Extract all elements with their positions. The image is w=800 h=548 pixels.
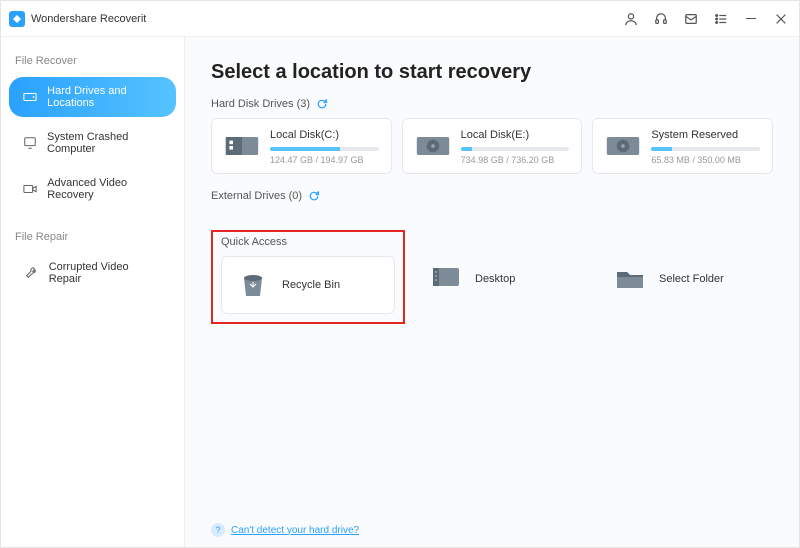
sidebar-item-corrupted-video[interactable]: Corrupted Video Repair [9,253,176,293]
drive-card-system-reserved[interactable]: System Reserved 65.83 MB / 350.00 MB [592,118,773,174]
refresh-icon[interactable] [308,190,320,202]
close-button[interactable] [773,11,789,27]
drive-bar-fill [461,147,472,151]
sidebar-section-file-recover: File Recover [1,51,184,75]
quick-access-block: . Select Folder [599,230,773,324]
wrench-icon [23,265,39,281]
main: File Recover Hard Drives and Locations S… [1,37,799,547]
drive-bar-fill [270,147,340,151]
hdd-icon [415,131,451,161]
sidebar-item-label: Hard Drives and Locations [47,85,162,109]
user-icon[interactable] [623,11,639,27]
quick-card-select-folder[interactable]: Select Folder [599,250,773,308]
quick-card-recycle-bin[interactable]: Recycle Bin [221,256,395,314]
quick-label: Select Folder [659,273,724,285]
desktop-icon [429,262,463,296]
hdd-icon [605,131,641,161]
recycle-bin-icon [236,268,270,302]
drive-card-c[interactable]: Local Disk(C:) 124.47 GB / 194.97 GB [211,118,392,174]
quick-access-highlighted: Quick Access Recycle Bin [211,230,405,324]
external-header: External Drives (0) [211,190,773,202]
drive-card-e[interactable]: Local Disk(E:) 734.98 GB / 736.20 GB [402,118,583,174]
drive-bar-fill [651,147,672,151]
sidebar-item-label: Corrupted Video Repair [49,261,162,285]
quick-access-block: . Desktop [415,230,589,324]
app-logo [9,11,25,27]
drive-name: System Reserved [651,129,760,141]
drive-info: Local Disk(C:) 124.47 GB / 194.97 GB [270,129,379,165]
titlebar-right [623,11,789,27]
drive-icon [23,89,37,105]
folder-icon [613,262,647,296]
titlebar-left: Wondershare Recoverit [9,11,146,27]
drive-info: System Reserved 65.83 MB / 350.00 MB [651,129,760,165]
sidebar-section-file-repair: File Repair [1,227,184,251]
drive-name: Local Disk(E:) [461,129,570,141]
hdd-icon [224,131,260,161]
footer-help: ? Can't detect your hard drive? [211,523,359,537]
sidebar-item-hard-drives[interactable]: Hard Drives and Locations [9,77,176,117]
sidebar-item-advanced-video[interactable]: Advanced Video Recovery [9,169,176,209]
help-link[interactable]: Can't detect your hard drive? [231,525,359,536]
sidebar-item-label: System Crashed Computer [47,131,162,155]
drive-info: Local Disk(E:) 734.98 GB / 736.20 GB [461,129,570,165]
minimize-button[interactable] [743,11,759,27]
refresh-icon[interactable] [316,98,328,110]
quick-label: Recycle Bin [282,279,340,291]
drive-name: Local Disk(C:) [270,129,379,141]
sidebar-item-system-crashed[interactable]: System Crashed Computer [9,123,176,163]
sidebar: File Recover Hard Drives and Locations S… [1,37,185,547]
app-title: Wondershare Recoverit [31,13,146,25]
titlebar: Wondershare Recoverit [1,1,799,37]
sidebar-item-label: Advanced Video Recovery [47,177,162,201]
drive-bar [270,147,379,151]
drive-size: 65.83 MB / 350.00 MB [651,155,760,165]
quick-access-label: Quick Access [221,236,395,248]
list-icon[interactable] [713,11,729,27]
quick-label: Desktop [475,273,515,285]
video-icon [23,181,37,197]
page-title: Select a location to start recovery [211,61,773,84]
quick-row: Quick Access Recycle Bin . Desktop . Sel… [211,230,773,324]
monitor-icon [23,135,37,151]
hdd-label: Hard Disk Drives (3) [211,98,310,110]
external-label: External Drives (0) [211,190,302,202]
mail-icon[interactable] [683,11,699,27]
drive-row: Local Disk(C:) 124.47 GB / 194.97 GB Loc… [211,118,773,174]
headset-icon[interactable] [653,11,669,27]
quick-card-desktop[interactable]: Desktop [415,250,589,308]
drive-size: 734.98 GB / 736.20 GB [461,155,570,165]
drive-size: 124.47 GB / 194.97 GB [270,155,379,165]
hdd-header: Hard Disk Drives (3) [211,98,773,110]
drive-bar [461,147,570,151]
content: Select a location to start recovery Hard… [185,37,799,547]
help-icon: ? [211,523,225,537]
drive-bar [651,147,760,151]
